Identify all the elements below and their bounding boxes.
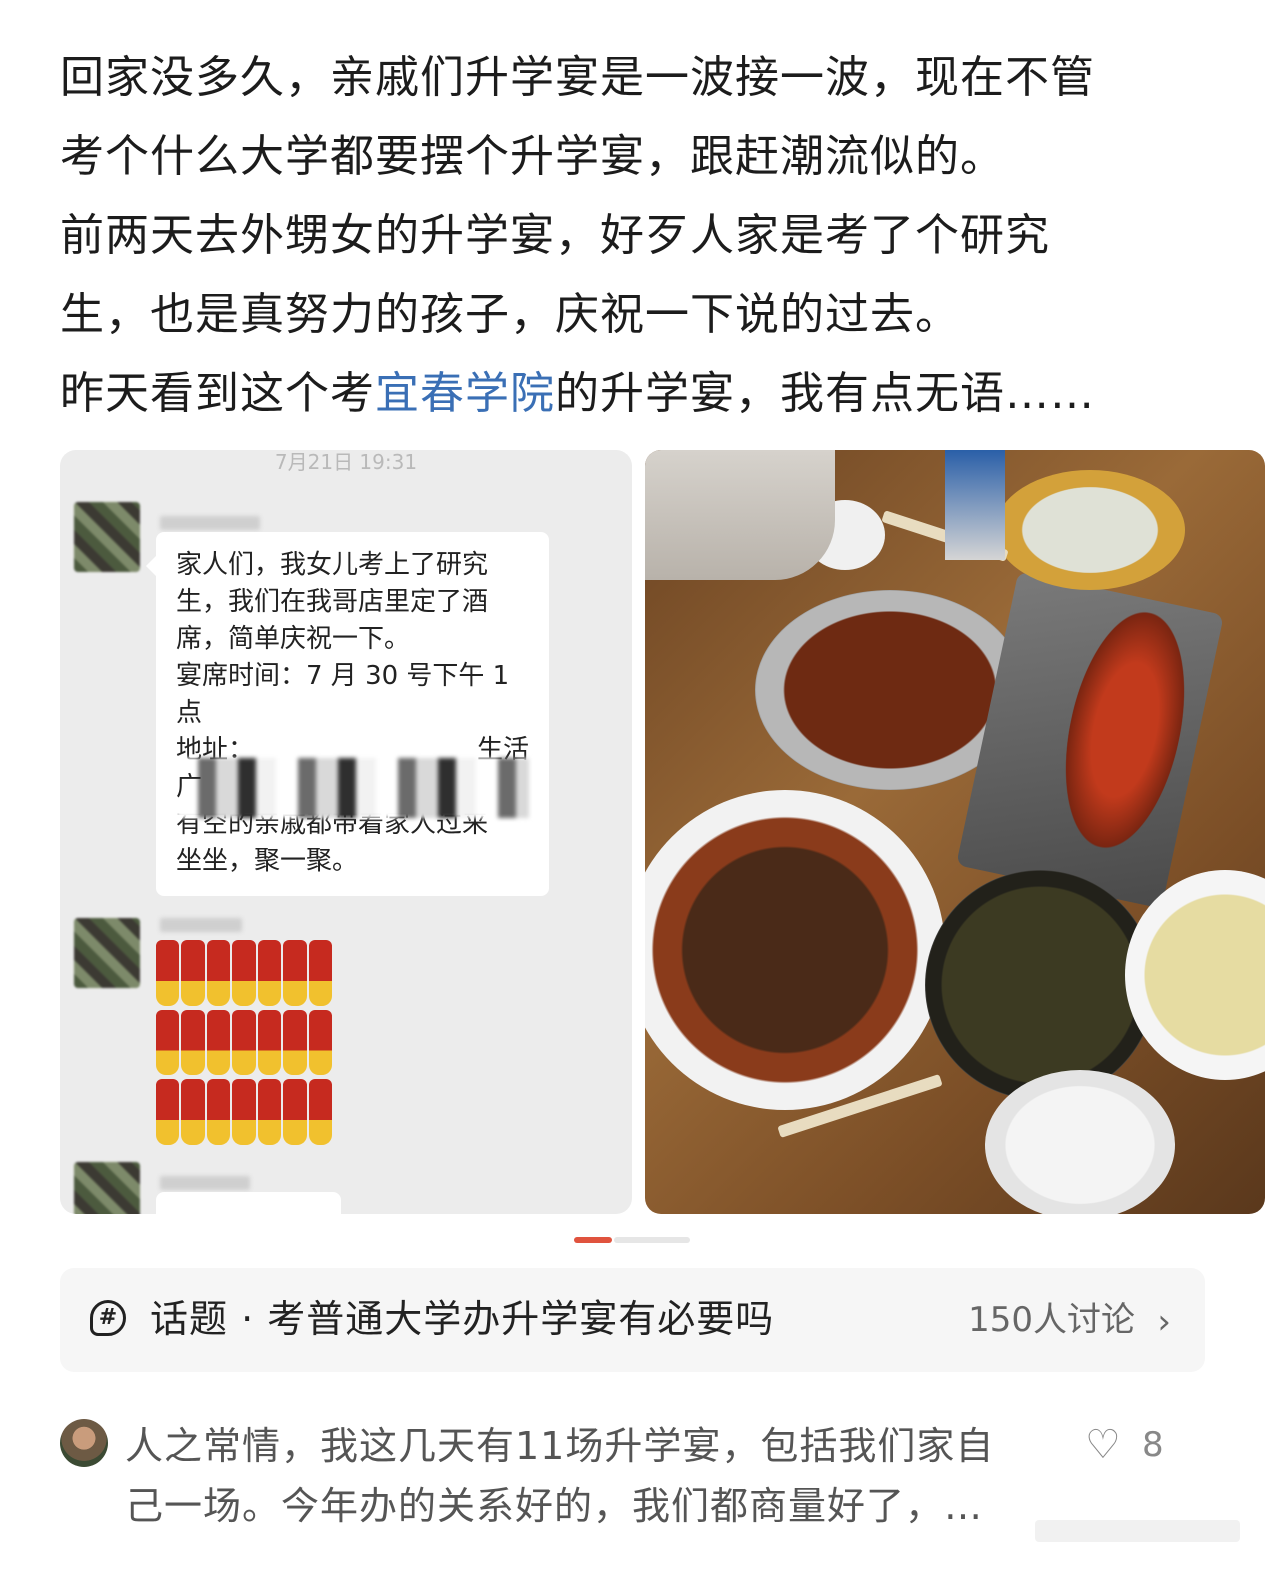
chat-message-bubble: 家人们，我女儿考上了研究 生，我们在我哥店里定了酒 席，简单庆祝一下。 宴席时间… (146, 532, 549, 896)
pager-dot-active (574, 1237, 612, 1243)
third-name-blurred (160, 1176, 250, 1190)
reply-name-blurred (160, 918, 242, 932)
address-blurred: 地址： 生活 广 (176, 732, 529, 818)
bubble-line-7: 坐坐，聚一聚。 (176, 846, 359, 876)
comment-line-1: 人之常情，我这几天有11场升学宴，包括我们家自 (125, 1424, 995, 1468)
partial-bubble (156, 1192, 341, 1214)
sender-name-blurred (160, 516, 260, 530)
comment-text[interactable]: 人之常情，我这几天有11场升学宴，包括我们家自 己一场。今年办的关系好的，我们都… (125, 1416, 1035, 1536)
diner-shirt (645, 450, 835, 580)
topic-bar[interactable]: # 话题 · 考普通大学办升学宴有必要吗 150人讨论 › (60, 1268, 1205, 1372)
bubble-line-1: 家人们，我女儿考上了研究 (176, 550, 489, 580)
post-line-5-after: 的升学宴，我有点无语…… (555, 368, 1095, 419)
topic-discussion-count: 150人讨论 (968, 1300, 1135, 1340)
pager-dot-inactive (614, 1237, 690, 1243)
post-line-4: 生，也是真努力的孩子，庆祝一下说的过去。 (60, 289, 960, 340)
greens-dish (925, 870, 1155, 1100)
soup-bowl (995, 470, 1185, 590)
bubble-line-5: 点 (176, 698, 203, 728)
like-count: 8 (1142, 1425, 1164, 1465)
heart-icon[interactable]: ♡ (1085, 1425, 1121, 1465)
image-gallery: 7月21日 19:31 家人们，我女儿考上了研究 生，我们在我哥店里定了酒 席，… (60, 450, 1265, 1215)
comment-line-2: 己一场。今年办的关系好的，我们都商量好了，… (125, 1484, 984, 1528)
banquet-food-photo[interactable] (645, 450, 1265, 1214)
address-mosaic (176, 758, 529, 818)
post-line-5: 昨天看到这个考宜春学院的升学宴，我有点无语…… (60, 354, 1220, 433)
post-body: 回家没多久，亲戚们升学宴是一波接一波，现在不管 考个什么大学都要摆个升学宴，跟赶… (60, 38, 1220, 433)
post-line-1: 回家没多久，亲戚们升学宴是一波接一波，现在不管 (60, 52, 1095, 103)
chat-screenshot-image[interactable]: 7月21日 19:31 家人们，我女儿考上了研究 生，我们在我哥店里定了酒 席，… (60, 450, 632, 1214)
chevron-right-icon: › (1157, 1302, 1171, 1342)
watermark-area (1035, 1520, 1240, 1542)
topic-title: 话题 · 考普通大学办升学宴有必要吗 (150, 1297, 775, 1341)
sender-avatar (74, 502, 140, 572)
bubble-line-3: 席，简单庆祝一下。 (176, 624, 411, 654)
address-line-2: 广 (176, 772, 203, 802)
bubble-line-2: 生，我们在我哥店里定了酒 (176, 587, 489, 617)
firecracker-sticker (156, 940, 332, 1145)
post-line-2: 考个什么大学都要摆个升学宴，跟赶潮流似的。 (60, 131, 1005, 182)
stir-fry-plate (645, 790, 945, 1110)
drink-can (945, 450, 1005, 560)
reply-avatar (74, 918, 140, 988)
gallery-pager (574, 1237, 690, 1243)
hashtag-icon: # (90, 1300, 126, 1336)
commenter-avatar[interactable] (60, 1419, 108, 1467)
bubble-line-4: 宴席时间：7 月 30 号下午 1 (176, 661, 510, 691)
bowl-front (985, 1070, 1175, 1214)
third-avatar (74, 1162, 140, 1214)
school-link[interactable]: 宜春学院 (375, 368, 555, 419)
chat-timestamp: 7月21日 19:31 (274, 450, 418, 474)
post-line-5-before: 昨天看到这个考 (60, 368, 375, 419)
post-line-3: 前两天去外甥女的升学宴，好歹人家是考了个研究 (60, 210, 1050, 261)
